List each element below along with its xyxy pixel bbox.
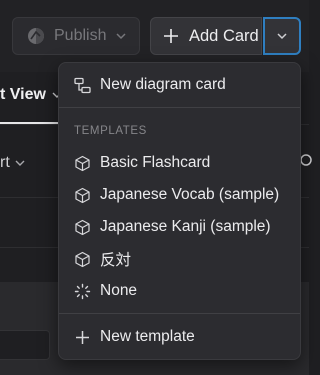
menu-item-label: Japanese Kanji (sample) [100,218,271,235]
chevron-down-icon [116,33,126,40]
menu-item-template[interactable]: 反対 [59,244,300,274]
menu-item-template[interactable]: Basic Flashcard [59,148,300,178]
view-tab-label: t View [0,86,46,103]
search-icon[interactable] [300,154,314,168]
add-card-dropdown-button[interactable] [263,17,301,55]
chevron-down-icon [15,160,25,166]
spinner-icon [74,283,91,299]
cube-icon [75,187,90,203]
menu-item-label: 反対 [100,252,132,269]
view-tab[interactable]: t View [0,86,62,104]
input-field[interactable] [0,330,50,360]
menu-item-label: New diagram card [100,76,226,93]
menu-item-new-diagram-card[interactable]: New diagram card [59,70,300,100]
menu-item-label: None [100,282,138,299]
menu-item-template[interactable]: Japanese Kanji (sample) [59,212,300,242]
templates-heading: TEMPLATES [74,125,147,137]
menu-item-label: Basic Flashcard [100,154,211,171]
cube-icon [75,155,90,171]
menu-divider [59,107,300,108]
publish-button[interactable]: Publish [12,17,140,55]
diagram-icon [74,77,91,93]
plus-icon [76,330,89,344]
publish-icon [28,28,44,44]
sort-label[interactable]: rt [0,154,10,172]
add-card-button[interactable]: Add Card [150,17,262,55]
menu-divider [59,313,300,314]
publish-label: Publish [54,27,107,44]
menu-item-label: Japanese Vocab (sample) [100,186,280,203]
menu-item-new-template[interactable]: New template [59,322,300,352]
menu-item-label: New template [100,328,195,345]
cube-icon [75,219,90,235]
chevron-down-icon [277,33,287,40]
add-card-label: Add Card [189,26,259,45]
add-card-menu: New diagram card TEMPLATES Basic Flashca… [58,62,301,360]
menu-item-template[interactable]: Japanese Vocab (sample) [59,180,300,210]
plus-icon [164,29,178,43]
cube-icon [75,251,90,267]
menu-item-template-none[interactable]: None [59,276,300,306]
